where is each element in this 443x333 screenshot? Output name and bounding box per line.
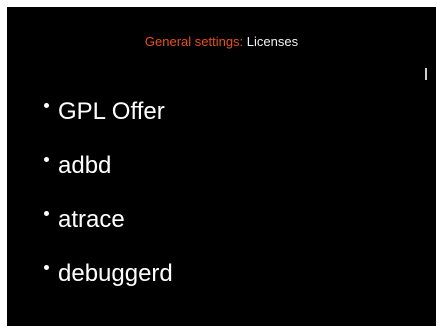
scrollbar-thumb[interactable] bbox=[425, 68, 427, 80]
bullet-icon bbox=[44, 210, 49, 216]
page-title: General settings: Licenses bbox=[7, 34, 436, 50]
title-page: Licenses bbox=[246, 34, 299, 49]
list-item-atrace[interactable]: atrace bbox=[44, 193, 173, 247]
list-item-adbd[interactable]: adbd bbox=[44, 139, 173, 193]
bullet-icon bbox=[44, 264, 49, 270]
list-item-label: atrace bbox=[58, 206, 125, 233]
list-item-label: debuggerd bbox=[58, 260, 173, 287]
list-item-debuggerd[interactable]: debuggerd bbox=[44, 247, 173, 301]
list-item-label: GPL Offer bbox=[58, 98, 165, 125]
bullet-icon bbox=[44, 156, 49, 162]
list-item-gpl-offer[interactable]: GPL Offer bbox=[44, 85, 173, 139]
list-item-label: adbd bbox=[58, 152, 112, 179]
license-list: GPL Offer adbd atrace debuggerd bbox=[44, 85, 173, 301]
settings-screen: General settings: Licenses GPL Offer adb… bbox=[7, 7, 436, 326]
title-section: General settings: bbox=[144, 34, 244, 49]
bullet-icon bbox=[44, 102, 49, 108]
scrollbar[interactable] bbox=[424, 68, 428, 80]
